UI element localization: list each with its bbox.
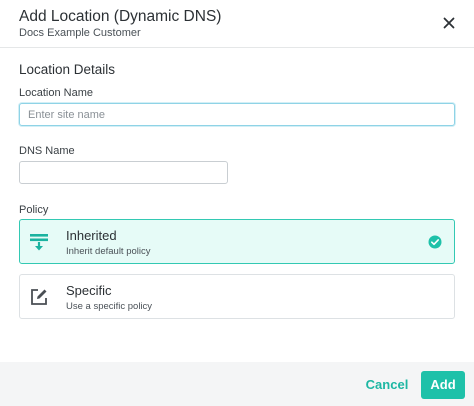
- close-button[interactable]: [439, 13, 459, 33]
- dialog-title: Add Location (Dynamic DNS): [19, 8, 222, 25]
- add-button[interactable]: Add: [421, 371, 465, 399]
- policy-option-inherited[interactable]: Inherited Inherit default policy: [19, 219, 455, 264]
- policy-option-description: Use a specific policy: [66, 301, 153, 312]
- policy-option-description: Inherit default policy: [66, 246, 151, 257]
- policy-option-title: Inherited: [66, 228, 117, 243]
- location-name-input[interactable]: [19, 103, 455, 126]
- close-icon: [443, 17, 455, 29]
- cancel-button[interactable]: Cancel: [362, 374, 412, 396]
- dialog-footer: Cancel Add: [0, 362, 474, 406]
- policy-option-title: Specific: [66, 283, 112, 298]
- inherited-policy-icon: [30, 234, 48, 251]
- dialog-subtitle: Docs Example Customer: [19, 27, 141, 39]
- add-location-dialog: Add Location (Dynamic DNS) Docs Example …: [0, 0, 474, 406]
- dialog-header: Add Location (Dynamic DNS) Docs Example …: [0, 0, 474, 48]
- edit-icon: [31, 289, 47, 305]
- policy-option-specific[interactable]: Specific Use a specific policy: [19, 274, 455, 319]
- dns-name-label: DNS Name: [19, 145, 75, 157]
- check-circle-icon: [428, 235, 442, 249]
- policy-label: Policy: [19, 204, 49, 216]
- location-name-label: Location Name: [19, 87, 93, 99]
- section-title: Location Details: [19, 62, 116, 77]
- dns-name-input[interactable]: [19, 161, 228, 184]
